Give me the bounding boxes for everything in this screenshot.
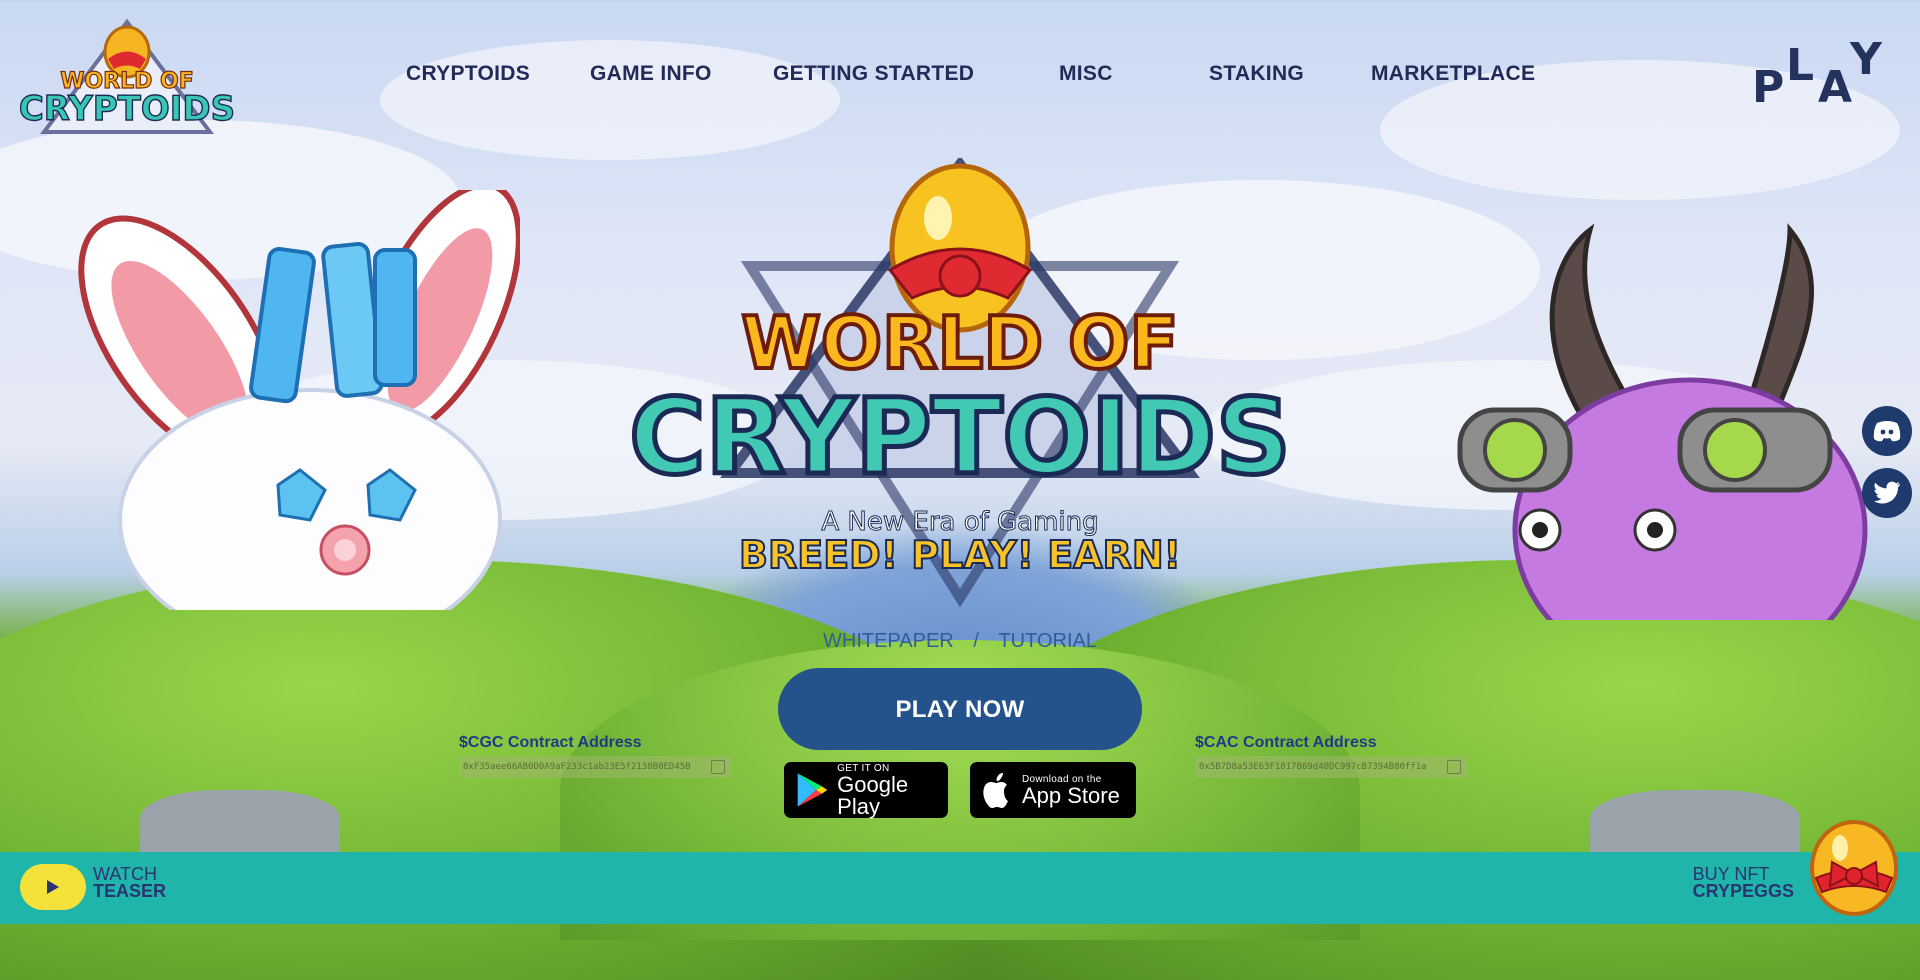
play-icon: [47, 880, 59, 894]
main-nav: CRYPTOIDS GAME INFO GETTING STARTED MISC…: [0, 62, 1600, 102]
nav-game-info[interactable]: GAME INFO: [590, 62, 712, 86]
buy-nft-label[interactable]: BUY NFT CRYPEGGS: [1692, 865, 1794, 901]
twitter-icon: [1874, 481, 1900, 504]
nav-marketplace[interactable]: MARKETPLACE: [1371, 62, 1535, 86]
svg-text:A: A: [1818, 62, 1852, 106]
hero-logo: WORLD OF CRYPTOIDS A New Era of Gaming B…: [627, 158, 1293, 608]
hero-logo-line1: WORLD OF: [741, 301, 1178, 385]
cac-contract-title: $CAC Contract Address: [1195, 734, 1377, 751]
tutorial-link[interactable]: TUTORIAL: [998, 630, 1097, 653]
play-now-button[interactable]: PLAY NOW: [778, 668, 1142, 750]
doc-links: WHITEPAPER / TUTORIAL: [0, 630, 1920, 653]
svg-text:Y: Y: [1849, 36, 1882, 85]
svg-text:L: L: [1786, 40, 1814, 91]
app-store-badge[interactable]: Download on the App Store: [970, 762, 1136, 818]
app-store-big: App Store: [1022, 782, 1120, 808]
nav-getting-started[interactable]: GETTING STARTED: [773, 62, 974, 86]
watch-teaser-label[interactable]: WATCH TEASER: [93, 865, 167, 901]
discord-button[interactable]: [1862, 406, 1912, 456]
bunny-creature-illustration: [78, 190, 520, 610]
cgc-contract-title: $CGC Contract Address: [459, 734, 642, 751]
nav-staking[interactable]: STAKING: [1209, 62, 1304, 86]
play-link[interactable]: P L A Y: [1752, 36, 1882, 106]
cryp-egg-icon[interactable]: [1806, 812, 1902, 916]
horned-creature-illustration: [1457, 223, 1868, 620]
watch-teaser-button[interactable]: [20, 864, 86, 910]
twitter-button[interactable]: [1862, 468, 1912, 518]
nav-cryptoids[interactable]: CRYPTOIDS: [406, 62, 530, 86]
google-play-big: Google Play: [837, 771, 909, 819]
copy-icon[interactable]: [711, 760, 725, 774]
hero-slogan: BREED! PLAY! EARN!: [739, 533, 1181, 577]
cgc-address-text: 0xF35aee66AB0D0A9aF233c1ab23E5f2138B0ED4…: [463, 762, 691, 772]
svg-text:P: P: [1752, 62, 1784, 106]
cac-address-text: 0x5B7D8a53E63F1817B69d40DC997cB7394B80ff…: [1199, 762, 1427, 772]
buy-line2: CRYPEGGS: [1692, 881, 1794, 901]
cac-contract: $CAC Contract Address 0x5B7D8a53E63F1817…: [1195, 734, 1467, 778]
nav-misc[interactable]: MISC: [1059, 62, 1113, 86]
watch-line2: TEASER: [93, 881, 167, 901]
cgc-contract-address[interactable]: 0xF35aee66AB0D0A9aF233c1ab23E5f2138B0ED4…: [459, 756, 731, 778]
whitepaper-link[interactable]: WHITEPAPER: [823, 630, 954, 653]
copy-icon[interactable]: [1447, 760, 1461, 774]
google-play-icon: [797, 773, 828, 807]
google-play-badge[interactable]: GET IT ON Google Play: [784, 762, 948, 818]
link-separator: /: [973, 630, 979, 652]
cgc-contract: $CGC Contract Address 0xF35aee66AB0D0A9a…: [459, 734, 731, 778]
cac-contract-address[interactable]: 0x5B7D8a53E63F1817B69d40DC997cB7394B80ff…: [1195, 756, 1467, 778]
apple-icon: [983, 773, 1008, 808]
footer-bar: WATCH TEASER BUY NFT CRYPEGGS: [0, 852, 1920, 924]
hero-logo-line2: CRYPTOIDS: [629, 376, 1291, 498]
discord-icon: [1873, 421, 1901, 442]
